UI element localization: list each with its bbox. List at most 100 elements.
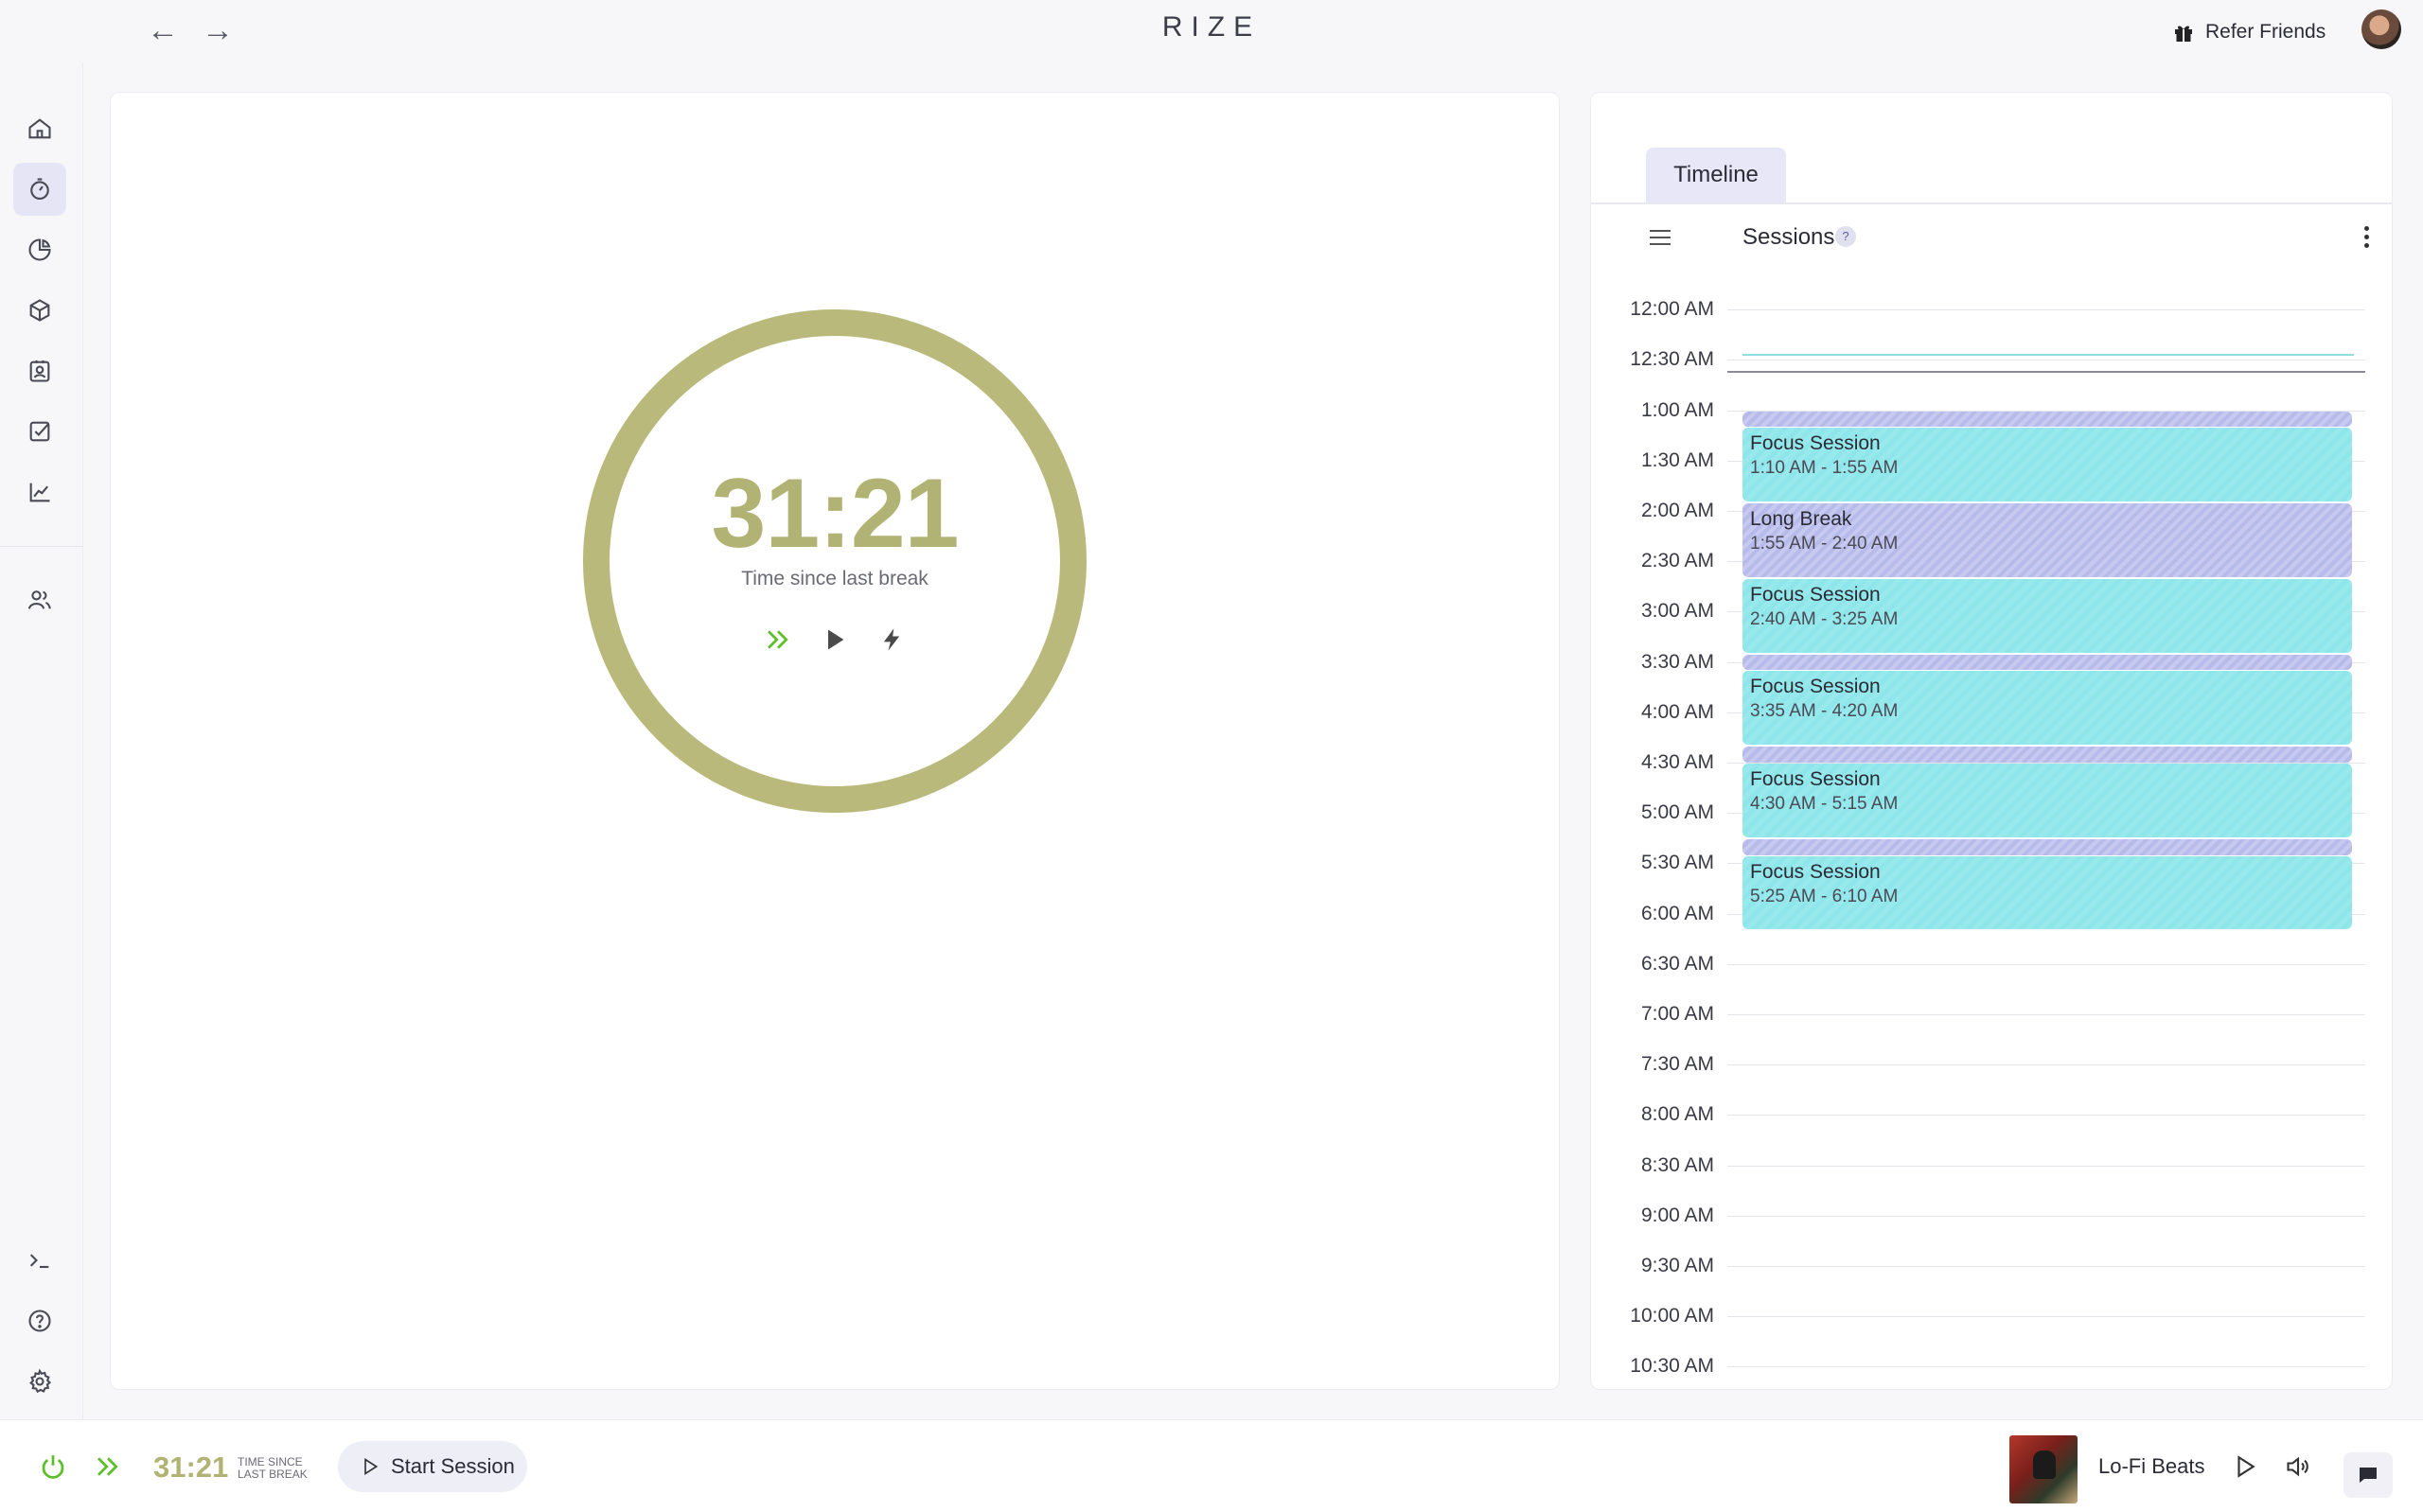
event-time-range: 2:40 AM - 3:25 AM (1750, 608, 1899, 629)
sidebar-item-home[interactable] (13, 102, 66, 155)
double-chevron-right-icon (768, 630, 788, 649)
sessions-help-icon[interactable]: ? (1835, 226, 1856, 247)
hour-label: 9:00 AM (1640, 1204, 1714, 1226)
hour-label: 2:30 AM (1640, 550, 1714, 572)
start-session-label: Start Session (391, 1454, 515, 1478)
start-session-button[interactable]: Start Session (338, 1441, 527, 1492)
sidebar-item-team[interactable] (13, 573, 66, 626)
sidebar-item-tasks[interactable] (13, 405, 66, 458)
short-break-block[interactable] (1742, 747, 2352, 763)
hour-gridline (1727, 1115, 2365, 1116)
sidebar-divider (0, 546, 83, 547)
tab-underline (1591, 202, 2392, 204)
refer-friends-label: Refer Friends (2205, 21, 2326, 43)
focus-session-block[interactable]: Focus Session 1:10 AM - 1:55 AM (1742, 428, 2352, 502)
sidebar-item-reports[interactable] (13, 466, 66, 519)
sidebar-item-settings[interactable] (13, 1355, 66, 1408)
hour-label: 3:30 AM (1640, 650, 1714, 673)
sidebar-item-help[interactable] (13, 1294, 66, 1347)
chat-icon (2360, 1468, 2377, 1483)
sidebar-item-analytics[interactable] (13, 223, 66, 276)
focus-session-block[interactable]: Focus Session 2:40 AM - 3:25 AM (1742, 578, 2352, 653)
forward-arrow-icon[interactable]: → (199, 13, 237, 47)
hour-label: 12:00 AM (1630, 298, 1714, 321)
hour-label: 7:30 AM (1640, 1053, 1714, 1076)
short-break-block[interactable] (1742, 411, 2352, 428)
hour-gridline (1727, 1266, 2365, 1267)
sessions-title: Sessions (1742, 224, 1835, 250)
top-bar: ← → RIZE Refer Friends (0, 0, 2423, 62)
hour-label: 6:00 AM (1640, 902, 1714, 924)
avatar[interactable] (2361, 9, 2401, 49)
hour-label: 9:30 AM (1640, 1255, 1714, 1276)
checkbox-icon (29, 421, 50, 442)
event-time-range: 3:35 AM - 4:20 AM (1750, 701, 1899, 722)
home-icon (28, 118, 51, 139)
more-options-icon[interactable] (2355, 218, 2378, 255)
timer-controls (757, 619, 912, 660)
sidebar-item-command[interactable] (13, 1234, 66, 1287)
focus-session-block[interactable]: Focus Session 5:25 AM - 6:10 AM (1742, 855, 2352, 930)
power-button[interactable] (34, 1448, 72, 1486)
music-play-button[interactable] (2226, 1448, 2264, 1486)
timeline-panel: Timeline Sessions ? 11:30 PM 12:00 AM 12:3… (1590, 92, 2393, 1390)
volume-button[interactable] (2279, 1448, 2317, 1486)
hour-label: 8:30 AM (1640, 1153, 1714, 1176)
short-break-block[interactable] (1742, 838, 2352, 855)
stopwatch-icon (30, 178, 49, 200)
hour-gridline (1727, 309, 2365, 311)
quick-session-button[interactable] (871, 619, 912, 660)
contact-card-icon (29, 360, 50, 382)
play-outline-icon (364, 1457, 379, 1476)
play-button[interactable] (814, 619, 856, 660)
hour-label: 8:00 AM (1640, 1103, 1714, 1126)
back-arrow-icon[interactable]: ← (144, 13, 182, 47)
timeline-scroll-area[interactable]: 11:30 PM 12:00 AM 12:30 AM 1:00 AM 1:30 AM 2:… (1591, 269, 2392, 1389)
cube-icon (29, 299, 50, 322)
focus-session-block[interactable]: Focus Session 4:30 AM - 5:15 AM (1742, 764, 2352, 837)
long-break-block[interactable]: Long Break 1:55 AM - 2:40 AM (1742, 503, 2352, 577)
hour-gridline (1727, 1215, 2365, 1217)
hour-gridline (1727, 1316, 2365, 1318)
hamburger-menu-icon[interactable] (1643, 220, 1677, 255)
skip-break-button[interactable] (757, 619, 799, 660)
event-title: Focus Session (1750, 768, 1881, 790)
hour-label: 4:00 AM (1640, 700, 1714, 723)
power-icon (42, 1455, 64, 1479)
skip-break-mini-button[interactable] (89, 1448, 127, 1486)
focus-timer-panel: 31:21 Time since last break (110, 92, 1560, 1390)
hour-gridline (1727, 1064, 2365, 1066)
users-icon (27, 590, 51, 609)
current-activity-indicator (1742, 354, 2354, 356)
hour-label: 1:00 AM (1640, 398, 1714, 421)
sidebar-item-timer[interactable] (13, 163, 66, 216)
tab-timeline[interactable]: Timeline (1646, 148, 1786, 202)
refer-friends-button[interactable]: Refer Friends (2173, 15, 2326, 49)
hour-label: 7:00 AM (1640, 1003, 1714, 1025)
sidebar-item-projects[interactable] (13, 284, 66, 337)
event-title: Long Break (1750, 508, 1852, 531)
pie-chart-icon (28, 238, 51, 261)
hour-gridline (1727, 1165, 2365, 1167)
event-title: Focus Session (1750, 860, 1881, 883)
chat-button[interactable] (2343, 1452, 2393, 1498)
hour-label: 5:00 AM (1640, 801, 1714, 824)
app-title: RIZE (1161, 11, 1262, 43)
hour-gridline (1727, 1014, 2365, 1015)
double-chevron-right-icon (97, 1457, 118, 1476)
bottom-bar: 31:21 TIME SINCE LAST BREAK Start Sessio… (0, 1419, 2423, 1512)
event-time-range: 1:55 AM - 2:40 AM (1750, 534, 1899, 554)
hour-gridline (1727, 1366, 2365, 1368)
hour-label: 11:30 PM (1591, 269, 1714, 271)
hour-label: 6:30 AM (1640, 952, 1714, 975)
event-time-range: 1:10 AM - 1:55 AM (1750, 458, 1899, 479)
hour-label: 2:00 AM (1640, 500, 1714, 521)
short-break-block[interactable] (1742, 654, 2352, 671)
sidebar (0, 62, 83, 1419)
play-icon (828, 629, 844, 650)
hour-label: 4:30 AM (1640, 751, 1714, 773)
hour-label: 3:00 AM (1640, 600, 1714, 623)
sidebar-item-clients[interactable] (13, 344, 66, 397)
gift-icon (2175, 26, 2192, 42)
focus-session-block[interactable]: Focus Session 3:35 AM - 4:20 AM (1742, 671, 2352, 746)
